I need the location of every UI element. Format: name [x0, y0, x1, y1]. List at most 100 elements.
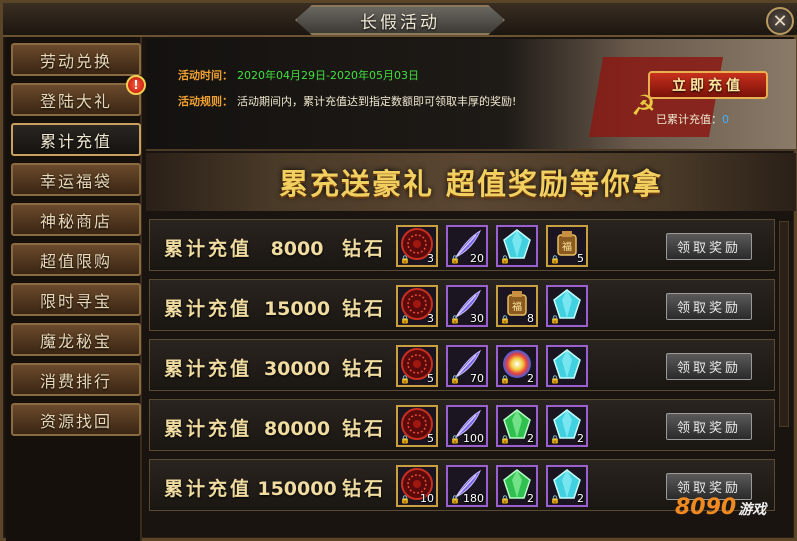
item-count: 180 — [463, 492, 484, 505]
reward-item-slot[interactable]: 🔒 3 — [396, 225, 438, 267]
item-count: 2 — [577, 492, 584, 505]
item-count: 2 — [527, 372, 534, 385]
bound-lock-icon: 🔒 — [450, 495, 460, 504]
reward-item-slot[interactable]: 🔒 30 — [446, 285, 488, 327]
activity-time: 活动时间： 2020年04月29日-2020年05月03日 — [178, 67, 419, 83]
reward-items: 🔒 3 🔒 20 🔒 福 🔒 5 — [396, 225, 588, 267]
reward-threshold-label: 累计充值 8000 钻石 — [164, 234, 386, 261]
bound-lock-icon: 🔒 — [550, 495, 560, 504]
reward-item-slot[interactable]: 🔒 2 — [496, 405, 538, 447]
threshold-prefix: 累计充值 — [164, 358, 253, 380]
claim-reward-button[interactable]: 领取奖励 — [666, 353, 752, 380]
reward-item-slot[interactable]: 🔒 — [546, 345, 588, 387]
reward-item-slot[interactable]: 🔒 — [496, 225, 538, 267]
reward-item-slot[interactable]: 🔒 2 — [496, 465, 538, 507]
bound-lock-icon: 🔒 — [500, 495, 510, 504]
close-button[interactable]: ✕ — [766, 7, 794, 35]
watermark-suffix: 游戏 — [738, 502, 767, 518]
sidebar-item-lucky-bag[interactable]: 幸运福袋 — [11, 163, 141, 196]
event-window: 长假活动 ✕ 劳动兑换 登陆大礼 累计充值 幸运福袋 神秘商店 超值限购 限时寻… — [0, 0, 797, 541]
reward-row: 累计充值 80000 钻石 🔒 5 🔒 100 🔒 2 🔒 2 领取奖励 — [149, 399, 775, 451]
watermark-brand: 8090 — [675, 495, 737, 520]
sidebar-item-cumulative-recharge[interactable]: 累计充值 — [11, 123, 141, 156]
reward-threshold-label: 累计充值 150000 钻石 — [164, 474, 386, 501]
rule-value: 活动期间内，累计充值达到指定数额即可领取丰厚的奖励! — [237, 95, 517, 108]
sidebar: 劳动兑换 登陆大礼 累计充值 幸运福袋 神秘商店 超值限购 限时寻宝 魔龙秘宝 … — [6, 37, 146, 541]
bound-lock-icon: 🔒 — [450, 315, 460, 324]
bound-lock-icon: 🔒 — [550, 255, 560, 264]
sidebar-item-mystery-shop[interactable]: 神秘商店 — [11, 203, 141, 236]
reward-item-slot[interactable]: 🔒 5 — [396, 345, 438, 387]
reward-row: 累计充值 30000 钻石 🔒 5 🔒 70 🔒 2 🔒 领取奖励 — [149, 339, 775, 391]
bound-lock-icon: 🔒 — [400, 315, 410, 324]
bound-lock-icon: 🔒 — [400, 255, 410, 264]
charged-value: 0 — [722, 113, 729, 126]
claim-reward-button[interactable]: 领取奖励 — [666, 233, 752, 260]
sidebar-item-labor-exchange[interactable]: 劳动兑换 — [11, 43, 141, 76]
threshold-unit: 钻石 — [342, 358, 387, 380]
time-label: 活动时间： — [178, 69, 233, 82]
recharge-now-button[interactable]: 立即充值 — [648, 71, 768, 99]
reward-threshold-label: 累计充值 30000 钻石 — [164, 354, 386, 381]
reward-item-slot[interactable]: 🔒 2 — [546, 405, 588, 447]
reward-item-slot[interactable]: 🔒 — [546, 285, 588, 327]
scrollbar[interactable] — [779, 221, 789, 427]
watermark-logo: 8090 游戏 — [675, 495, 766, 520]
reward-item-slot[interactable]: 福 🔒 8 — [496, 285, 538, 327]
reward-item-slot[interactable]: 🔒 2 — [546, 465, 588, 507]
item-count: 100 — [463, 432, 484, 445]
reward-item-slot[interactable]: 🔒 180 — [446, 465, 488, 507]
item-count: 8 — [527, 312, 534, 325]
charged-total: 已累计充值：0 — [656, 111, 729, 127]
close-icon: ✕ — [772, 10, 788, 32]
bound-lock-icon: 🔒 — [550, 315, 560, 324]
reward-item-slot[interactable]: 🔒 5 — [396, 405, 438, 447]
bound-lock-icon: 🔒 — [450, 255, 460, 264]
bound-lock-icon: 🔒 — [500, 255, 510, 264]
reward-item-slot[interactable]: 🔒 100 — [446, 405, 488, 447]
reward-item-slot[interactable]: 🔒 2 — [496, 345, 538, 387]
claim-reward-button[interactable]: 领取奖励 — [666, 413, 752, 440]
reward-items: 🔒 10 🔒 180 🔒 2 🔒 2 — [396, 465, 588, 507]
reward-item-slot[interactable]: 🔒 20 — [446, 225, 488, 267]
charged-label: 已累计充值： — [656, 113, 722, 126]
threshold-unit: 钻石 — [342, 478, 387, 500]
bound-lock-icon: 🔒 — [450, 435, 460, 444]
threshold-unit: 钻石 — [342, 298, 387, 320]
bound-lock-icon: 🔒 — [500, 315, 510, 324]
info-panel: ☭ 活动时间： 2020年04月29日-2020年05月03日 活动规则： 活动期间… — [146, 39, 796, 151]
bound-lock-icon: 🔒 — [450, 375, 460, 384]
reward-item-slot[interactable]: 福 🔒 5 — [546, 225, 588, 267]
bound-lock-icon: 🔒 — [550, 435, 560, 444]
reward-list: 累计充值 8000 钻石 🔒 3 🔒 20 🔒 福 🔒 5 领取奖励 累计充值 15000 钻石 🔒 3 🔒 30 福… — [146, 215, 780, 541]
threshold-amount: 8000 — [270, 238, 324, 260]
reward-item-slot[interactable]: 🔒 10 — [396, 465, 438, 507]
threshold-unit: 钻石 — [342, 418, 387, 440]
bound-lock-icon: 🔒 — [400, 435, 410, 444]
threshold-prefix: 累计充值 — [164, 418, 253, 440]
activity-rule: 活动规则： 活动期间内，累计充值达到指定数额即可领取丰厚的奖励! — [178, 93, 516, 109]
claim-reward-button[interactable]: 领取奖励 — [666, 293, 752, 320]
threshold-amount: 15000 — [263, 298, 331, 320]
sidebar-item-limited-purchase[interactable]: 超值限购 — [11, 243, 141, 276]
reward-item-slot[interactable]: 🔒 3 — [396, 285, 438, 327]
reward-threshold-label: 累计充值 80000 钻石 — [164, 414, 386, 441]
threshold-amount: 30000 — [263, 358, 331, 380]
bound-lock-icon: 🔒 — [550, 375, 560, 384]
sidebar-item-login-gift[interactable]: 登陆大礼 — [11, 83, 141, 116]
item-count: 5 — [427, 372, 434, 385]
window-title: 长假活动 — [360, 12, 440, 33]
item-count: 70 — [470, 372, 484, 385]
svg-text:福: 福 — [512, 300, 522, 313]
reward-item-slot[interactable]: 🔒 70 — [446, 345, 488, 387]
sidebar-item-resource-recovery[interactable]: 资源找回 — [11, 403, 141, 436]
threshold-prefix: 累计充值 — [164, 298, 253, 320]
reward-row: 累计充值 8000 钻石 🔒 3 🔒 20 🔒 福 🔒 5 领取奖励 — [149, 219, 775, 271]
sidebar-item-spending-rank[interactable]: 消费排行 — [11, 363, 141, 396]
reward-threshold-label: 累计充值 15000 钻石 — [164, 294, 386, 321]
sidebar-item-dragon-treasure[interactable]: 魔龙秘宝 — [11, 323, 141, 356]
item-count: 30 — [470, 312, 484, 325]
threshold-unit: 钻石 — [342, 238, 387, 260]
reward-items: 🔒 3 🔒 30 福 🔒 8 🔒 — [396, 285, 588, 327]
sidebar-item-treasure-hunt[interactable]: 限时寻宝 — [11, 283, 141, 316]
